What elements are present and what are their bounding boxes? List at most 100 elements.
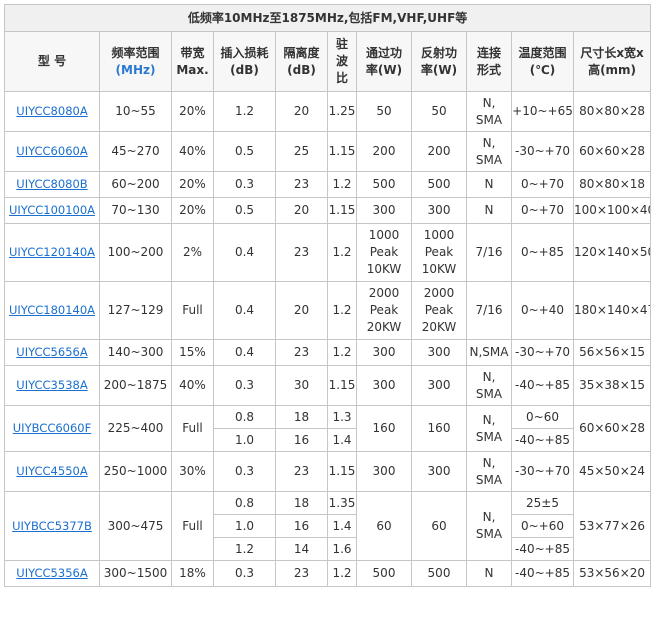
conn-cell: N,SMA bbox=[466, 91, 512, 132]
rev-cell: 300 bbox=[411, 451, 467, 492]
conn-line: N, bbox=[482, 95, 496, 110]
il-cell: 0.5 bbox=[213, 197, 276, 224]
fwd-cell: 300 bbox=[356, 197, 412, 224]
bw-cell: Full bbox=[171, 405, 214, 452]
size-cell: 60×60×28 bbox=[572, 405, 652, 452]
freq-cell: 10~55 bbox=[99, 91, 172, 132]
header-fwd-label: 通过功 bbox=[365, 45, 402, 60]
freq-cell: 127~129 bbox=[99, 281, 172, 340]
vswr-cell: 1.15 bbox=[327, 197, 357, 224]
fwd-line: Peak bbox=[369, 303, 399, 317]
vswr-cell: 1.2 bbox=[327, 560, 357, 587]
iso-cell: 25 bbox=[275, 131, 328, 172]
model-link[interactable]: UIYCC120140A bbox=[9, 245, 95, 259]
header-conn-sub: 形式 bbox=[476, 62, 501, 77]
header-bandwidth-label: 带宽 bbox=[180, 45, 205, 60]
conn-cell: N bbox=[466, 560, 512, 587]
header-row: 型 号 频率范围 (MHz) 带宽 Max. 插入损耗 (dB) 隔离度 (dB… bbox=[4, 31, 652, 92]
rev-cell: 300 bbox=[411, 365, 467, 406]
table-row: UIYBCC5377B 300~475 Full 0.8 18 1.35 60 … bbox=[4, 491, 652, 561]
model-link[interactable]: UIYCC180140A bbox=[9, 303, 95, 317]
model-link[interactable]: UIYBCC6060F bbox=[13, 421, 91, 435]
rev-cell: 300 bbox=[411, 197, 467, 224]
model-link[interactable]: UIYCC6060A bbox=[16, 144, 87, 158]
il-cell: 0.4 bbox=[213, 281, 276, 340]
rev-line: 1000 bbox=[423, 228, 455, 242]
size-cell: 100×100×40 bbox=[572, 197, 652, 224]
header-vswr: 驻 波 比 bbox=[327, 31, 357, 92]
vswr-cell: 1.2 bbox=[327, 223, 357, 282]
conn-cell: N,SMA bbox=[466, 339, 512, 366]
model-link[interactable]: UIYCC100100A bbox=[9, 203, 95, 217]
il-cell: 0.4 bbox=[213, 223, 276, 282]
conn-cell: 7/16 bbox=[466, 223, 512, 282]
temp-cell: 0~+40 bbox=[511, 281, 574, 340]
iso-cell: 23 bbox=[275, 451, 328, 492]
size-cell: 35×38×15 bbox=[572, 365, 652, 406]
temp-cell: 25±5 bbox=[511, 491, 574, 515]
il-cell: 0.3 bbox=[213, 365, 276, 406]
conn-line: SMA bbox=[475, 527, 503, 541]
fwd-cell: 500 bbox=[356, 560, 412, 587]
conn-cell: N bbox=[466, 197, 512, 224]
model-cell: UIYBCC5377B bbox=[4, 491, 100, 561]
table-row: UIYCC5356A 300~1500 18% 0.3 23 1.2 500 5… bbox=[4, 560, 652, 587]
iso-cell: 30 bbox=[275, 365, 328, 406]
header-forward-power: 通过功 率(W) bbox=[356, 31, 412, 92]
iso-cell: 23 bbox=[275, 339, 328, 366]
conn-line: SMA bbox=[475, 152, 503, 167]
model-link[interactable]: UIYBCC5377B bbox=[12, 519, 92, 533]
header-fwd-unit: 率(W) bbox=[365, 62, 403, 77]
conn-cell: N,SMA bbox=[466, 365, 512, 406]
iso-cell: 20 bbox=[275, 281, 328, 340]
header-vswr-1: 驻 bbox=[335, 37, 348, 51]
fwd-line: 2000 bbox=[368, 286, 400, 300]
temp-cell: -30~+70 bbox=[511, 131, 574, 172]
fwd-cell: 50 bbox=[356, 91, 412, 132]
model-cell: UIYCC180140A bbox=[4, 281, 100, 340]
header-rev-label: 反射功 bbox=[420, 45, 457, 60]
il-cell: 1.0 bbox=[213, 428, 276, 452]
temp-cell: 0~+70 bbox=[511, 171, 574, 198]
header-vswr-2: 波 bbox=[335, 54, 348, 68]
fwd-cell: 200 bbox=[356, 131, 412, 172]
model-link[interactable]: UIYCC4550A bbox=[16, 464, 87, 478]
fwd-cell: 300 bbox=[356, 451, 412, 492]
conn-cell: N, SMA bbox=[466, 131, 512, 172]
model-cell: UIYCC8080A bbox=[4, 91, 100, 132]
bw-cell: 2% bbox=[171, 223, 214, 282]
table-row: UIYCC100100A 70~130 20% 0.5 20 1.15 300 … bbox=[4, 197, 652, 224]
model-link[interactable]: UIYCC5356A bbox=[16, 566, 87, 580]
model-link[interactable]: UIYCC8080A bbox=[16, 104, 87, 118]
model-cell: UIYCC120140A bbox=[4, 223, 100, 282]
vswr-cell: 1.2 bbox=[327, 171, 357, 198]
fwd-cell: 1000 Peak 10KW bbox=[356, 223, 412, 282]
header-il-label: 插入损耗 bbox=[220, 45, 269, 60]
conn-cell: N bbox=[466, 171, 512, 198]
model-link[interactable]: UIYCC3538A bbox=[16, 378, 87, 392]
temp-cell: 0~+70 bbox=[511, 197, 574, 224]
header-bandwidth-sub: Max. bbox=[176, 62, 209, 77]
model-link[interactable]: UIYCC5656A bbox=[16, 345, 87, 359]
rev-cell: 60 bbox=[411, 491, 467, 561]
freq-cell: 300~475 bbox=[99, 491, 172, 561]
rev-cell: 2000 Peak 20KW bbox=[411, 281, 467, 340]
rev-line: 20KW bbox=[421, 320, 457, 334]
temp-cell: 0~+60 bbox=[511, 514, 574, 538]
model-link[interactable]: UIYCC8080B bbox=[16, 177, 87, 191]
model-cell: UIYCC4550A bbox=[4, 451, 100, 492]
conn-line: N, bbox=[482, 135, 496, 150]
iso-cell: 23 bbox=[275, 223, 328, 282]
fwd-line: 20KW bbox=[366, 320, 402, 334]
table-row: UIYCC5656A 140~300 15% 0.4 23 1.2 300 30… bbox=[4, 339, 652, 366]
iso-cell: 18 bbox=[275, 491, 328, 515]
bw-cell: Full bbox=[171, 491, 214, 561]
vswr-cell: 1.15 bbox=[327, 451, 357, 492]
rev-cell: 160 bbox=[411, 405, 467, 452]
header-model-label: 型 号 bbox=[37, 54, 67, 68]
bw-cell: 40% bbox=[171, 365, 214, 406]
bw-cell: 40% bbox=[171, 131, 214, 172]
size-cell: 80×80×18 bbox=[572, 171, 652, 198]
fwd-cell: 160 bbox=[356, 405, 412, 452]
vswr-cell: 1.15 bbox=[327, 131, 357, 172]
